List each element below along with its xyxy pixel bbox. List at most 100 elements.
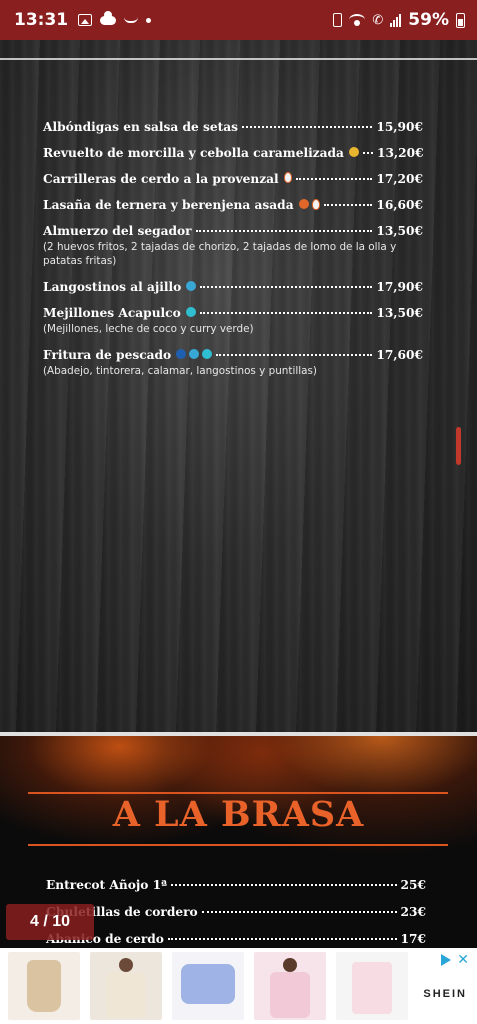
dot-leader [200,286,373,288]
brasa-item: Chuletillas de cordero 23€ [46,905,426,919]
battery-percent: 59% [408,10,449,30]
allergen-icons [186,281,197,291]
brasa-item-row: Chuletillas de cordero 23€ [46,905,426,919]
menu-item-name: Almuerzo del segador [43,224,192,238]
dot-leader [195,230,373,232]
wifi-call-icon: ✆ [372,12,384,27]
menu-item-price: 17,60€ [376,348,423,362]
brasa-item-price: 25€ [400,878,426,892]
brasa-item-price: 17€ [400,932,426,946]
spicy-icon [283,172,292,183]
ad-choices[interactable]: ✕ [441,952,469,968]
allergen-icons [185,307,196,317]
dot-leader [216,354,373,356]
menu-item-price: 17,20€ [376,172,423,186]
menu-item-row: Langostinos al ajillo 17,90€ [43,280,423,294]
menu-item: Mejillones Acapulco 13,50€ (Mejillones, le… [43,306,423,336]
dot-leader [242,126,373,128]
close-ad-icon[interactable]: ✕ [457,952,469,968]
dot-leader [167,938,397,940]
menu-item: Langostinos al ajillo 17,90€ [43,280,423,294]
allergen-icon [348,147,359,157]
brasa-item: Abanico de cerdo 17€ [46,932,426,946]
menu-item: Almuerzo del segador 13,50€ (2 huevos frit… [43,224,423,268]
menu-item-name: Albóndigas en salsa de setas [43,120,239,134]
menu-item-name: Lasaña de ternera y berenjena asada [43,198,294,212]
menu-item-name: Mejillones Acapulco [43,306,181,320]
ad-thumb-knit-cardigan[interactable] [90,952,162,1020]
menu-top-divider [0,58,477,60]
dot-leader [171,884,397,886]
page-counter: 4 / 10 [6,904,94,940]
menu-item-row: Albóndigas en salsa de setas 15,90€ [43,120,423,134]
brasa-item-price: 23€ [400,905,426,919]
allergen-icons [348,147,359,157]
ad-thumb-corset-top[interactable] [8,952,80,1020]
more-notifications-dot-icon [146,17,152,23]
ad-thumb-floral-blouse[interactable] [254,952,326,1020]
menu-item-row: Revuelto de morcilla y cebolla carameliz… [43,146,424,160]
battery-icon [456,12,465,28]
allergen-icon [185,307,196,317]
spicy-icon [311,198,320,210]
battery-saver-icon [333,13,343,27]
menu-item: Lasaña de ternera y berenjena asada 16,60… [43,198,423,212]
menu-item-name: Langostinos al ajillo [43,280,182,294]
menu-item-description: (2 huevos fritos, 2 tajadas de chorizo, … [43,241,397,267]
gallery-notification-icon [78,14,93,26]
allergen-icons [283,172,292,183]
scroll-indicator[interactable] [456,427,461,465]
cloud-notification-icon [100,10,117,25]
menu-item-name: Revuelto de morcilla y cebolla carameliz… [43,146,344,160]
menu-item-price: 13,50€ [376,224,423,238]
menu-item-name: Fritura de pescado [43,348,172,362]
brasa-bottom-line [28,844,448,846]
allergen-icon [202,349,213,359]
status-bar: 13:31 ✆ 59% [0,0,477,40]
brasa-item: Entrecot Añojo 1ª 25€ [46,878,426,892]
allergen-icon [298,199,309,209]
allergen-icon [186,281,197,291]
brasa-item-name: Entrecot Añojo 1ª [46,878,168,892]
dot-leader [201,911,397,913]
allergen-icons [298,198,320,210]
menu-item-row: Lasaña de ternera y berenjena asada 16,60… [43,198,423,212]
menu-item-description: (Mejillones, leche de coco y curry verde… [43,323,254,335]
menu-item-row: Fritura de pescado 17,60€ [43,348,423,362]
adchoices-icon[interactable] [441,954,452,966]
menu-item-name: Carrilleras de cerdo a la provenzal [43,172,279,186]
signal-icon [390,13,402,27]
menu-item: Carrilleras de cerdo a la provenzal 17,20… [43,172,423,186]
ad-banner[interactable]: ✕ SHEIN [0,948,477,1024]
allergen-icon [189,349,200,359]
menu-item-row: Almuerzo del segador 13,50€ [43,224,423,238]
dot-leader [362,152,373,154]
dot-leader [323,204,373,206]
menu-item: Fritura de pescado 17,60€ (Abadejo, tintor… [43,348,423,378]
amazon-notification-icon [124,17,139,23]
menu-item: Revuelto de morcilla y cebolla carameliz… [43,146,424,160]
ad-brand: SHEIN [423,988,467,1000]
menu-item-price: 13,50€ [376,306,423,320]
dot-leader [295,178,373,180]
brasa-item-row: Abanico de cerdo 17€ [46,932,426,946]
ad-thumb-floral-camisole[interactable] [336,952,408,1020]
menu-item-price: 15,90€ [376,120,423,134]
allergen-icon [176,349,187,359]
section-title: A LA BRASA [112,794,365,835]
menu-page[interactable]: Albóndigas en salsa de setas 15,90€ Revuel… [0,40,477,732]
menu-item-price: 13,20€ [376,146,424,160]
menu-item-row: Mejillones Acapulco 13,50€ [43,306,423,320]
menu-item-price: 17,90€ [376,280,423,294]
wifi-icon [349,14,366,26]
allergen-icons [176,349,213,359]
ad-thumb-lilac-crop-top[interactable] [172,952,244,1020]
menu-item-row: Carrilleras de cerdo a la provenzal 17,20… [43,172,423,186]
status-time: 13:31 [14,10,69,30]
brasa-list: Entrecot Añojo 1ª 25€ Chuletillas de corde… [46,878,426,959]
menu-item: Albóndigas en salsa de setas 15,90€ [43,120,423,134]
menu-list: Albóndigas en salsa de setas 15,90€ Revuel… [43,120,424,390]
brasa-item-row: Entrecot Añojo 1ª 25€ [46,878,426,892]
dot-leader [199,312,373,314]
menu-item-price: 16,60€ [376,198,423,212]
